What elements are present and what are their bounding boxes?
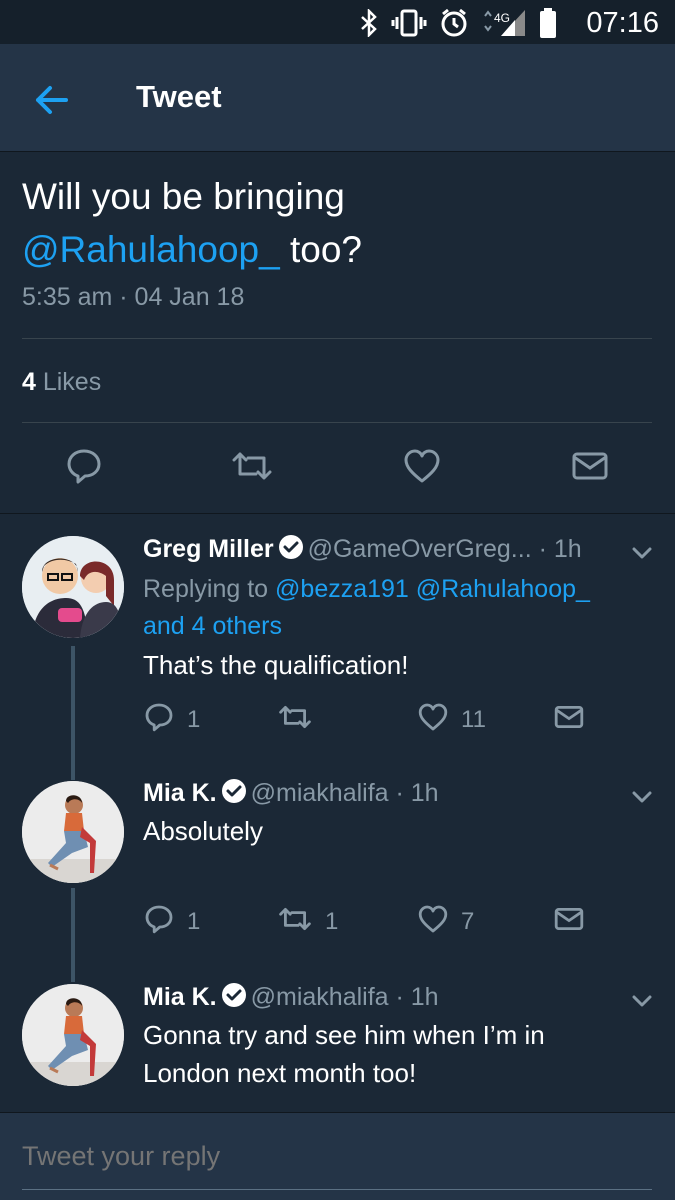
direct-message-icon[interactable]	[570, 446, 610, 486]
reply-text: Absolutely	[143, 816, 263, 846]
reply-icon[interactable]	[64, 446, 104, 486]
reply-time: · 1h	[388, 983, 439, 1011]
reply-actions: 1 1 7	[143, 904, 623, 940]
reply-header: Greg Miller @GameOverGreg... · 1h	[143, 534, 582, 567]
replying-prefix: Replying to	[143, 575, 276, 603]
reply-actions: 1 11	[143, 702, 623, 738]
reply-text-line: Gonna try and see him when I’m in	[143, 1020, 545, 1050]
divider	[22, 422, 652, 423]
battery-icon	[539, 8, 557, 38]
tweet-text-start: Will you be bringing	[22, 176, 345, 217]
reply-header: Mia K. @miakhalifa · 1h	[143, 982, 439, 1015]
tweet-text-end: too?	[279, 229, 362, 270]
avatar[interactable]	[22, 984, 124, 1086]
bluetooth-icon	[359, 9, 379, 37]
reply-tweet[interactable]: Greg Miller @GameOverGreg... · 1h Replyin…	[0, 514, 675, 760]
thread-line	[71, 646, 75, 760]
user-handle[interactable]: @miakhalifa	[251, 779, 389, 807]
retweet-icon	[277, 701, 313, 740]
replying-mentions[interactable]: @bezza191 @Rahulahoop_	[275, 575, 590, 603]
like-icon	[417, 701, 449, 740]
verified-badge-icon	[278, 534, 304, 567]
verified-badge-icon	[221, 982, 247, 1015]
retweet-button[interactable]: 1	[277, 904, 338, 940]
compose-bar	[0, 1112, 675, 1200]
vibrate-icon	[391, 9, 427, 37]
reply-time: · 1h	[388, 779, 439, 807]
display-name[interactable]: Greg Miller	[143, 535, 274, 563]
tweet-timestamp: 5:35 am · 04 Jan 18	[22, 283, 245, 311]
chevron-down-icon[interactable]	[629, 988, 655, 1014]
reply-text: Gonna try and see him when I’m in London…	[143, 1016, 643, 1092]
retweet-button[interactable]	[277, 702, 325, 738]
reply-header: Mia K. @miakhalifa · 1h	[143, 778, 439, 811]
likes-label: Likes	[35, 368, 102, 396]
avatar[interactable]	[22, 536, 124, 638]
status-bar: 4G 07:16	[0, 0, 675, 44]
avatar[interactable]	[22, 781, 124, 883]
reply-tweet[interactable]: Mia K. @miakhalifa · 1h Gonna try and see…	[0, 966, 675, 1112]
reply-tweet[interactable]: Mia K. @miakhalifa · 1h Absolutely 1 1 7	[0, 760, 675, 966]
user-handle[interactable]: @miakhalifa	[251, 983, 389, 1011]
tweet-actions	[0, 446, 675, 486]
reply-icon	[143, 903, 175, 942]
direct-message-button[interactable]	[553, 702, 585, 738]
network-label: 4G	[494, 11, 510, 25]
replying-to: Replying to @bezza191 @Rahulahoop_ and 4…	[143, 571, 643, 645]
reply-text: That’s the qualification!	[143, 650, 409, 680]
replying-others[interactable]: and 4 others	[143, 612, 282, 640]
reply-time: · 1h	[531, 535, 582, 563]
display-name[interactable]: Mia K.	[143, 983, 217, 1011]
likes-count: 4	[22, 368, 36, 396]
tweet-text: Will you be bringing @Rahulahoop_ too?	[22, 170, 642, 276]
reply-icon	[143, 701, 175, 740]
reply-input[interactable]	[22, 1141, 642, 1172]
like-button[interactable]: 11	[417, 702, 486, 738]
thread-line	[71, 760, 75, 780]
verified-badge-icon	[221, 778, 247, 811]
retweet-count: 1	[325, 908, 339, 935]
direct-message-icon	[553, 701, 585, 740]
clock: 07:16	[586, 7, 659, 39]
like-count: 7	[461, 908, 475, 935]
chevron-down-icon[interactable]	[629, 540, 655, 566]
reply-button[interactable]: 1	[143, 702, 200, 738]
reply-count: 1	[187, 706, 201, 733]
retweet-icon[interactable]	[230, 446, 272, 486]
alarm-icon	[439, 8, 469, 38]
main-tweet: Will you be bringing @Rahulahoop_ too? 5…	[0, 152, 675, 514]
thread-line	[71, 888, 75, 966]
likes-summary[interactable]: 4 Likes	[22, 368, 101, 397]
chevron-down-icon[interactable]	[629, 784, 655, 810]
app-bar: Tweet	[0, 44, 675, 152]
thread-line	[71, 966, 75, 982]
reply-button[interactable]: 1	[143, 904, 200, 940]
page-title: Tweet	[136, 79, 222, 114]
display-name[interactable]: Mia K.	[143, 779, 217, 807]
direct-message-button[interactable]	[553, 904, 585, 940]
like-count: 11	[461, 706, 486, 733]
back-arrow-icon[interactable]	[30, 78, 74, 122]
like-icon[interactable]	[402, 446, 442, 486]
like-button[interactable]: 7	[417, 904, 474, 940]
signal-icon: 4G	[481, 8, 527, 38]
mention-link[interactable]: @Rahulahoop_	[22, 229, 280, 270]
retweet-icon	[277, 903, 313, 942]
divider	[22, 338, 652, 339]
status-icons: 4G	[359, 8, 557, 38]
input-underline	[22, 1189, 652, 1190]
like-icon	[417, 903, 449, 942]
user-handle[interactable]: @GameOverGreg...	[308, 535, 532, 563]
reply-text-line: London next month too!	[143, 1058, 417, 1088]
direct-message-icon	[553, 903, 585, 942]
reply-count: 1	[187, 908, 201, 935]
